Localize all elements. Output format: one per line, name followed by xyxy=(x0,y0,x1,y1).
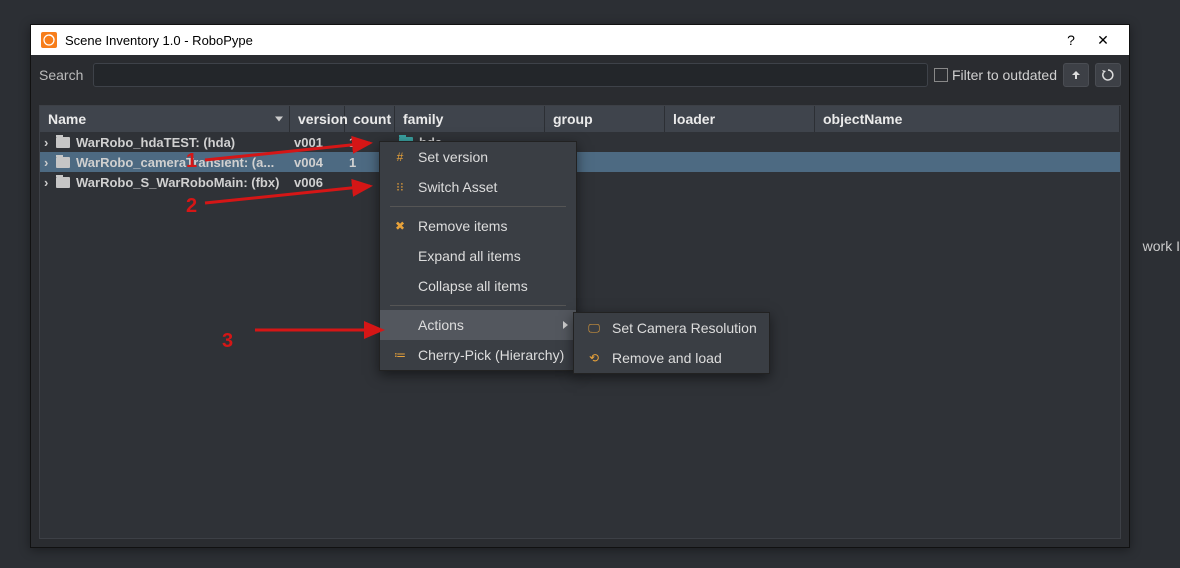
row-version: v004 xyxy=(290,155,345,170)
search-bar: Search Filter to outdated xyxy=(31,55,1129,95)
filter-to-outdated-checkbox[interactable]: Filter to outdated xyxy=(934,67,1057,83)
arrow-up-icon xyxy=(1070,69,1082,81)
background-partial-text: work I xyxy=(1143,238,1180,254)
hash-icon: # xyxy=(392,150,408,164)
scene-inventory-window: Scene Inventory 1.0 - RoboPype ? ✕ Searc… xyxy=(30,24,1130,548)
remove-icon: ✖ xyxy=(392,219,408,233)
header-version[interactable]: version xyxy=(290,106,345,132)
submenu-item-label: Remove and load xyxy=(612,350,722,366)
app-icon xyxy=(41,32,57,48)
row-name: WarRobo_hdaTEST: (hda) xyxy=(76,135,235,150)
row-name: WarRobo_cameraTransient: (a... xyxy=(76,155,274,170)
refresh-icon xyxy=(1102,69,1114,81)
header-group[interactable]: group xyxy=(545,106,665,132)
table-row[interactable]: › WarRobo_cameraTransient: (a... v004 1 xyxy=(40,152,1120,172)
menu-item-label: Set version xyxy=(418,149,488,165)
submenu-item[interactable]: 🖵 Set Camera Resolution xyxy=(574,313,769,343)
menu-item[interactable]: Actions xyxy=(380,310,576,340)
table-headers: Name version count family group loader o… xyxy=(40,106,1120,132)
menu-item[interactable]: # Set version xyxy=(380,142,576,172)
table-row[interactable]: › WarRobo_hdaTEST: (hda) v001 1 hda xyxy=(40,132,1120,152)
refresh-button[interactable] xyxy=(1095,63,1121,87)
row-version: v006 xyxy=(290,175,345,190)
checkbox-box xyxy=(934,68,948,82)
submenu-item[interactable]: ⟲ Remove and load xyxy=(574,343,769,373)
header-name[interactable]: Name xyxy=(40,106,290,132)
menu-item[interactable]: Collapse all items xyxy=(380,271,576,301)
search-label: Search xyxy=(39,67,83,83)
list-icon: ≔ xyxy=(392,348,408,362)
window-title: Scene Inventory 1.0 - RoboPype xyxy=(65,33,253,48)
upload-button[interactable] xyxy=(1063,63,1089,87)
folder-icon xyxy=(56,137,70,148)
header-objectname[interactable]: objectName xyxy=(815,106,1120,132)
menu-item[interactable]: ✖ Remove items xyxy=(380,211,576,241)
menu-item-label: Remove items xyxy=(418,218,507,234)
chevron-right-icon: › xyxy=(44,175,54,190)
menu-separator xyxy=(390,206,566,207)
sort-indicator-icon xyxy=(275,117,283,122)
menu-item-label: Cherry-Pick (Hierarchy) xyxy=(418,347,564,363)
actions-submenu[interactable]: 🖵 Set Camera Resolution⟲ Remove and load xyxy=(573,312,770,374)
monitor-icon: 🖵 xyxy=(586,321,602,336)
table-rows: › WarRobo_hdaTEST: (hda) v001 1 hda › Wa… xyxy=(40,132,1120,192)
menu-item-label: Collapse all items xyxy=(418,278,528,294)
filter-label: Filter to outdated xyxy=(952,67,1057,83)
menu-item[interactable]: ≔ Cherry-Pick (Hierarchy) xyxy=(380,340,576,370)
search-input[interactable] xyxy=(93,63,928,87)
row-name: WarRobo_S_WarRoboMain: (fbx) xyxy=(76,175,279,190)
chevron-right-icon: › xyxy=(44,155,54,170)
menu-item-label: Actions xyxy=(418,317,464,333)
header-family[interactable]: family xyxy=(395,106,545,132)
titlebar: Scene Inventory 1.0 - RoboPype ? ✕ xyxy=(31,25,1129,55)
menu-item[interactable]: Expand all items xyxy=(380,241,576,271)
context-menu[interactable]: # Set version ⁝⁝ Switch Asset ✖ Remove i… xyxy=(379,141,577,371)
menu-item-label: Switch Asset xyxy=(418,179,497,195)
folder-icon xyxy=(56,177,70,188)
menu-item-label: Expand all items xyxy=(418,248,521,264)
submenu-item-label: Set Camera Resolution xyxy=(612,320,757,336)
row-version: v001 xyxy=(290,135,345,150)
sitemap-icon: ⁝⁝ xyxy=(392,180,408,194)
menu-item[interactable]: ⁝⁝ Switch Asset xyxy=(380,172,576,202)
help-button[interactable]: ? xyxy=(1055,25,1087,55)
chevron-right-icon: › xyxy=(44,135,54,150)
header-loader[interactable]: loader xyxy=(665,106,815,132)
reload-icon: ⟲ xyxy=(586,351,602,365)
close-button[interactable]: ✕ xyxy=(1087,25,1119,55)
header-count[interactable]: count xyxy=(345,106,395,132)
folder-icon xyxy=(56,157,70,168)
chevron-right-icon xyxy=(563,321,568,329)
table-row[interactable]: › WarRobo_S_WarRoboMain: (fbx) v006 xyxy=(40,172,1120,192)
menu-separator xyxy=(390,305,566,306)
